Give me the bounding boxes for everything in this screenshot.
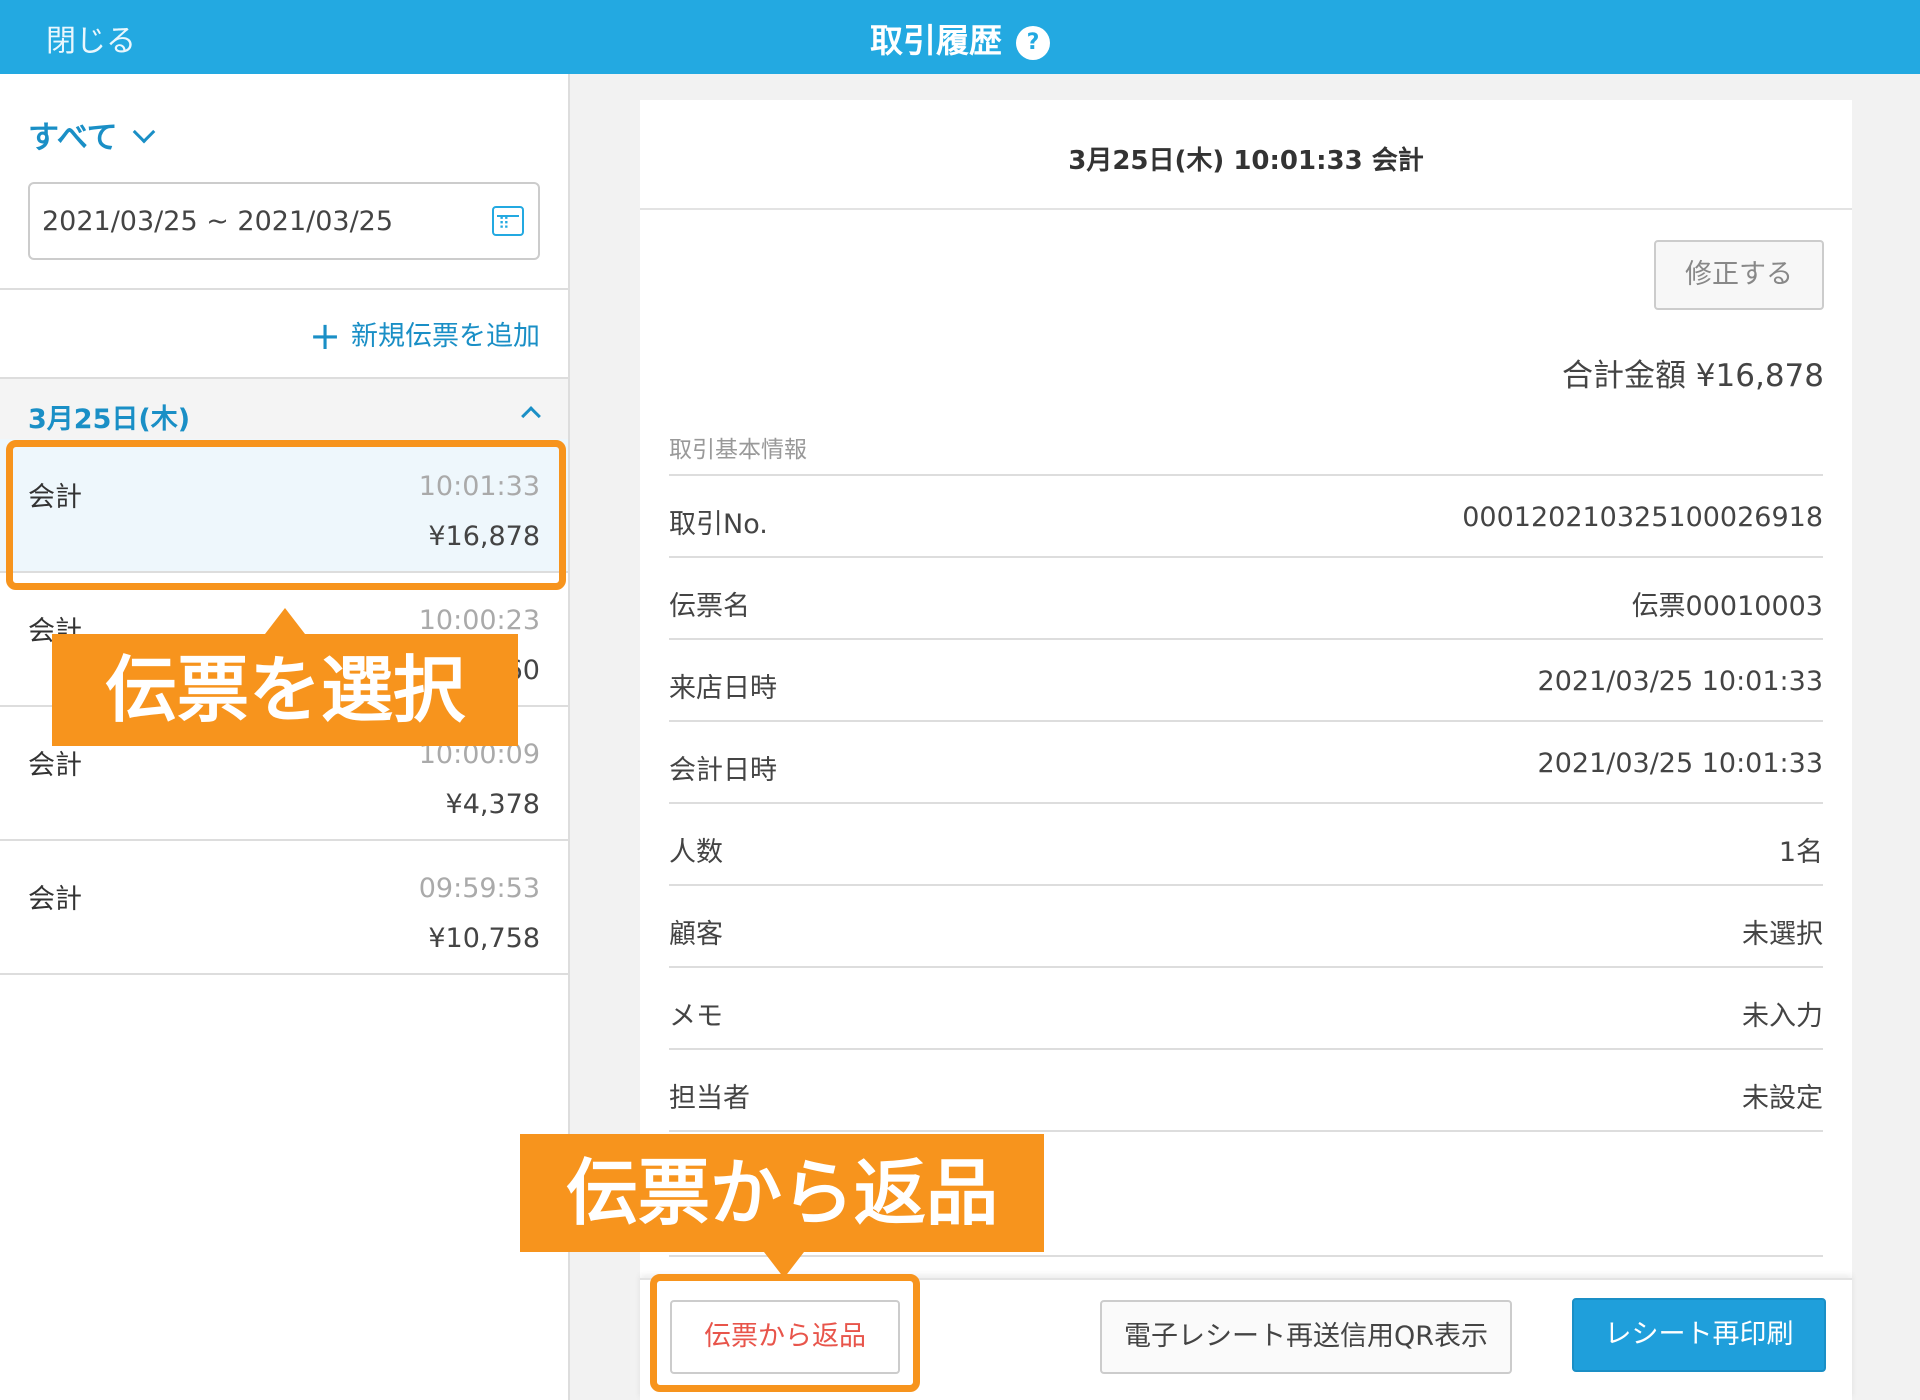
detail-row: 担当者 未設定	[669, 1048, 1823, 1130]
detail-value: 未選択	[1742, 919, 1823, 950]
transaction-time: 09:59:53	[418, 873, 540, 904]
detail-value: 未入力	[1742, 1001, 1823, 1032]
filter-dropdown[interactable]: すべて	[28, 112, 155, 157]
page-title-text: 取引履歴	[870, 21, 1002, 60]
section-heading: 取引基本情報	[669, 437, 807, 463]
add-slip-button[interactable]: + 新規伝票を追加	[309, 314, 540, 358]
filter-label: すべて	[28, 120, 118, 156]
page-title: 取引履歴?	[0, 14, 1920, 62]
detail-row: 来店日時 2021/03/25 10:01:33	[669, 638, 1823, 720]
callout-tail	[265, 608, 305, 634]
detail-row: 人数 1名	[669, 802, 1823, 884]
transaction-amount: ¥4,378	[445, 789, 540, 820]
reprint-receipt-button[interactable]: レシート再印刷	[1572, 1298, 1826, 1372]
chevron-down-icon	[132, 120, 155, 144]
help-icon[interactable]: ?	[1016, 26, 1050, 60]
calendar-icon[interactable]	[492, 206, 524, 236]
divider	[669, 1130, 1823, 1132]
detail-row: メモ 未入力	[669, 966, 1823, 1048]
detail-key: 人数	[669, 837, 723, 868]
detail-key: 会計日時	[669, 755, 777, 786]
detail-value: 2021/03/25 10:01:33	[1537, 666, 1823, 697]
detail-row: 取引No. 00012021032510002691​8	[669, 474, 1823, 556]
app-header: 閉じる 取引履歴?	[0, 0, 1920, 74]
highlight-return-button	[650, 1274, 920, 1392]
callout-return-from-slip: 伝票から返品	[520, 1134, 1044, 1278]
callout-select-slip: 伝票を選択	[52, 608, 518, 746]
date-range-value: 2021/03/25 ~ 2021/03/25	[42, 206, 394, 237]
detail-value: 2021/03/25 10:01:33	[1537, 748, 1823, 779]
transaction-label: 会計	[28, 750, 82, 781]
detail-value: 1名	[1778, 837, 1823, 868]
callout-return-text: 伝票から返品	[565, 1151, 998, 1235]
total-amount: 合計金額 ¥16,878	[1561, 358, 1824, 394]
detail-key: 来店日時	[669, 673, 777, 704]
chevron-up-icon[interactable]	[521, 406, 541, 426]
add-slip-label: 新規伝票を追加	[351, 321, 540, 352]
day-group-label: 3月25日(木)	[28, 404, 191, 435]
detail-key: 伝票名	[669, 591, 750, 622]
detail-row: 伝票名 伝票00010003	[669, 556, 1823, 638]
show-receipt-qr-button[interactable]: 電子レシート再送信用QR表示	[1100, 1300, 1512, 1374]
transaction-amount: ¥10,758	[428, 923, 540, 954]
plus-icon: +	[309, 314, 341, 358]
detail-key: 担当者	[669, 1083, 750, 1114]
detail-key: 顧客	[669, 919, 723, 950]
callout-tail	[764, 1252, 804, 1278]
edit-button[interactable]: 修正する	[1654, 240, 1824, 310]
detail-row: 顧客 未選択	[669, 884, 1823, 966]
callout-select-slip-text: 伝票を選択	[104, 648, 465, 732]
detail-title: 3月25日(木) 10:01:33 会計	[640, 100, 1852, 210]
transaction-item[interactable]: 会計 09:59:53 ¥10,758	[0, 841, 568, 975]
detail-value: 未設定	[1742, 1083, 1823, 1114]
detail-value: 00012021032510002691​8	[1462, 502, 1823, 533]
date-range-field[interactable]: 2021/03/25 ~ 2021/03/25	[28, 182, 540, 260]
highlight-selected-slip	[6, 440, 566, 590]
transaction-time: 10:00:23	[418, 605, 540, 636]
detail-value: 伝票00010003	[1631, 591, 1823, 622]
detail-row: 会計日時 2021/03/25 10:01:33	[669, 720, 1823, 802]
day-group-header[interactable]: 3月25日(木)	[0, 379, 568, 439]
detail-key: メモ	[669, 1001, 723, 1032]
detail-key: 取引No.	[669, 509, 768, 540]
divider	[0, 288, 570, 290]
transaction-label: 会計	[28, 884, 82, 915]
